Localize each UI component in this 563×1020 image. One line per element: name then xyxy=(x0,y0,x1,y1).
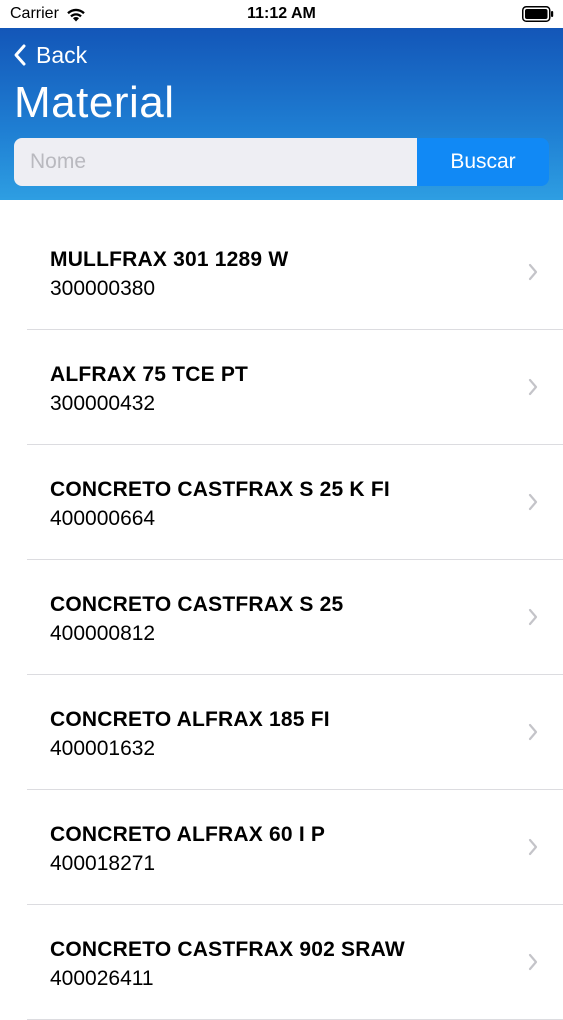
material-name: CONCRETO CASTFRAX 902 SRAW xyxy=(50,938,405,961)
chevron-right-icon xyxy=(528,608,538,626)
page-title: Material xyxy=(14,78,175,127)
material-name: CONCRETO CASTFRAX S 25 K FI xyxy=(50,478,390,501)
nav-header: Back Material Buscar xyxy=(0,28,563,200)
material-code: 400000664 xyxy=(50,507,156,530)
chevron-right-icon xyxy=(528,838,538,856)
material-code: 400018271 xyxy=(50,852,156,875)
list-item[interactable]: ALFRAX 75 TCE PT 300000432 xyxy=(27,330,563,445)
material-name: ALFRAX 75 TCE PT xyxy=(50,363,249,386)
list-item[interactable]: MULLFRAX 301 1289 W 300000380 xyxy=(27,215,563,330)
list-item[interactable]: CONCRETO CASTFRAX 902 SRAW 400026411 xyxy=(27,905,563,1020)
status-bar: Carrier 11:12 AM xyxy=(0,0,563,28)
search-input[interactable] xyxy=(14,138,417,186)
list-item[interactable]: CONCRETO ALFRAX 185 FI 400001632 xyxy=(27,675,563,790)
chevron-right-icon xyxy=(528,723,538,741)
chevron-right-icon xyxy=(528,953,538,971)
material-code: 300000380 xyxy=(50,277,156,300)
material-name: CONCRETO ALFRAX 185 FI xyxy=(50,708,330,731)
list-item[interactable]: CONCRETO CASTFRAX S 25 K FI 400000664 xyxy=(27,445,563,560)
chevron-right-icon xyxy=(528,493,538,511)
list-item[interactable]: CONCRETO CASTFRAX S 25 400000812 xyxy=(27,560,563,675)
battery-icon xyxy=(522,6,554,22)
material-list: MULLFRAX 301 1289 W 300000380 ALFRAX 75 … xyxy=(0,200,563,1020)
status-time: 11:12 AM xyxy=(247,5,316,22)
material-code: 400000812 xyxy=(50,622,156,645)
material-code: 300000432 xyxy=(50,392,156,415)
chevron-left-icon xyxy=(14,44,26,66)
search-button[interactable]: Buscar xyxy=(417,138,549,186)
material-name: MULLFRAX 301 1289 W xyxy=(50,248,289,271)
back-label: Back xyxy=(36,41,88,68)
chevron-right-icon xyxy=(528,263,538,281)
material-name: CONCRETO ALFRAX 60 I P xyxy=(50,823,326,846)
material-name: CONCRETO CASTFRAX S 25 xyxy=(50,593,344,616)
material-code: 400001632 xyxy=(50,737,156,760)
material-code: 400026411 xyxy=(50,967,154,990)
chevron-right-icon xyxy=(528,378,538,396)
search-bar: Buscar xyxy=(14,138,549,186)
back-button[interactable]: Back xyxy=(12,40,87,70)
list-item[interactable]: CONCRETO ALFRAX 60 I P 400018271 xyxy=(27,790,563,905)
